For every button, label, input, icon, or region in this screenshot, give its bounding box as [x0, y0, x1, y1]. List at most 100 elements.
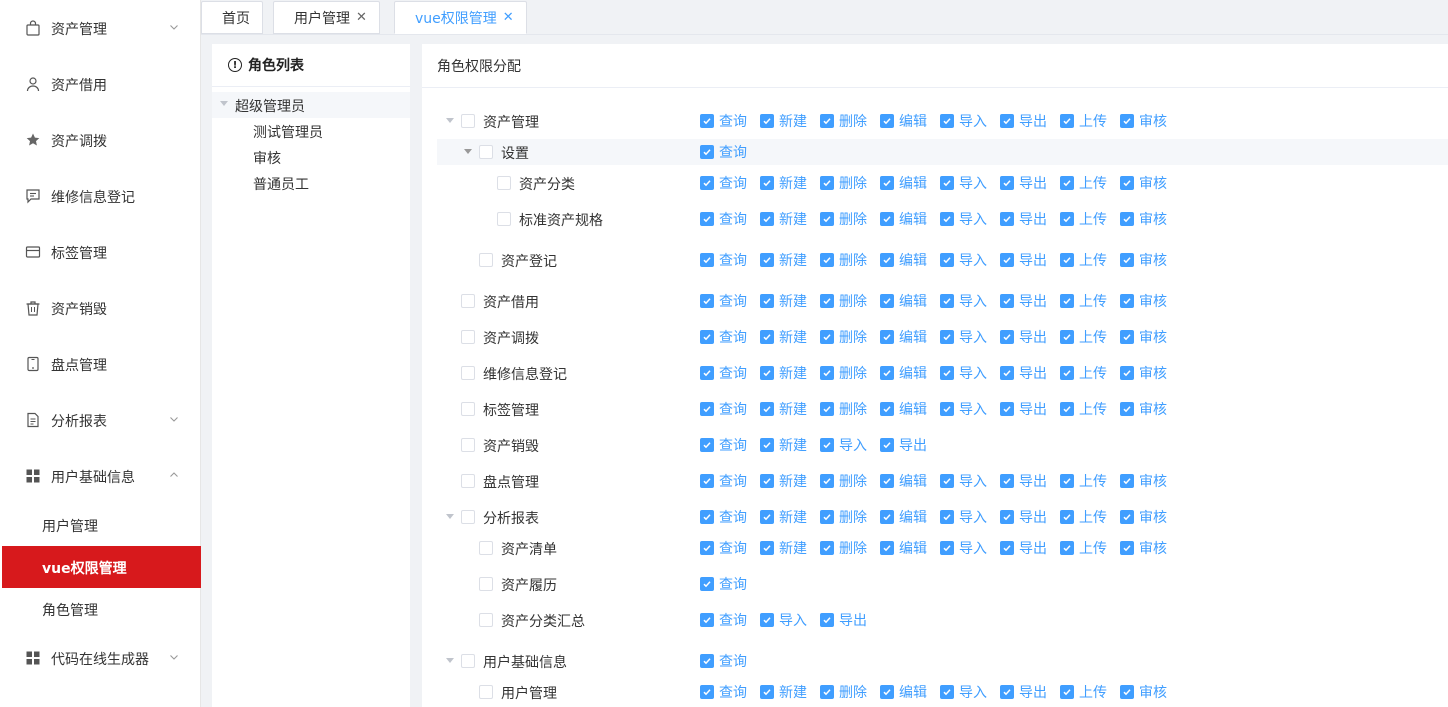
checkbox-checked-icon[interactable]	[700, 366, 714, 380]
checkbox-checked-icon[interactable]	[820, 294, 834, 308]
checkbox-checked-icon[interactable]	[1120, 212, 1134, 226]
operation-checkbox[interactable]: 导出	[1000, 363, 1047, 383]
operation-checkbox[interactable]: 导入	[940, 111, 987, 131]
operation-checkbox[interactable]: 删除	[820, 173, 867, 193]
checkbox-checked-icon[interactable]	[1060, 212, 1074, 226]
checkbox-checked-icon[interactable]	[820, 253, 834, 267]
checkbox-checked-icon[interactable]	[940, 510, 954, 524]
checkbox-checked-icon[interactable]	[820, 510, 834, 524]
operation-checkbox[interactable]: 导出	[1000, 250, 1047, 270]
checkbox-checked-icon[interactable]	[1060, 510, 1074, 524]
checkbox-checked-icon[interactable]	[760, 253, 774, 267]
sidebar-item-6[interactable]: 资产销毁	[0, 288, 201, 328]
checkbox-checked-icon[interactable]	[820, 541, 834, 555]
operation-checkbox[interactable]: 查询	[700, 651, 747, 671]
module-checkbox[interactable]	[461, 114, 475, 128]
operation-checkbox[interactable]: 编辑	[880, 291, 927, 311]
checkbox-checked-icon[interactable]	[940, 685, 954, 699]
checkbox-checked-icon[interactable]	[820, 685, 834, 699]
checkbox-checked-icon[interactable]	[760, 114, 774, 128]
operation-checkbox[interactable]: 新建	[760, 682, 807, 702]
operation-checkbox[interactable]: 编辑	[880, 538, 927, 558]
operation-checkbox[interactable]: 新建	[760, 173, 807, 193]
checkbox-checked-icon[interactable]	[700, 176, 714, 190]
operation-checkbox[interactable]: 导入	[760, 610, 807, 630]
operation-checkbox[interactable]: 新建	[760, 538, 807, 558]
checkbox-checked-icon[interactable]	[820, 613, 834, 627]
checkbox-checked-icon[interactable]	[1060, 114, 1074, 128]
module-checkbox[interactable]	[461, 402, 475, 416]
checkbox-checked-icon[interactable]	[820, 366, 834, 380]
sidebar-item-1[interactable]: 资产管理	[0, 8, 201, 48]
checkbox-checked-icon[interactable]	[940, 474, 954, 488]
checkbox-checked-icon[interactable]	[760, 438, 774, 452]
operation-checkbox[interactable]: 导出	[1000, 682, 1047, 702]
operation-checkbox[interactable]: 审核	[1120, 363, 1167, 383]
close-icon[interactable]: ✕	[356, 10, 367, 25]
checkbox-checked-icon[interactable]	[1120, 253, 1134, 267]
module-checkbox[interactable]	[461, 330, 475, 344]
operation-checkbox[interactable]: 导入	[940, 363, 987, 383]
checkbox-checked-icon[interactable]	[1120, 541, 1134, 555]
operation-checkbox[interactable]: 删除	[820, 250, 867, 270]
checkbox-checked-icon[interactable]	[880, 510, 894, 524]
module-checkbox[interactable]	[497, 176, 511, 190]
checkbox-checked-icon[interactable]	[700, 654, 714, 668]
checkbox-checked-icon[interactable]	[1120, 366, 1134, 380]
operation-checkbox[interactable]: 新建	[760, 111, 807, 131]
operation-checkbox[interactable]: 上传	[1060, 538, 1107, 558]
checkbox-checked-icon[interactable]	[940, 366, 954, 380]
operation-checkbox[interactable]: 查询	[700, 327, 747, 347]
operation-checkbox[interactable]: 编辑	[880, 111, 927, 131]
tab-3[interactable]: vue权限管理 ✕	[394, 1, 527, 34]
checkbox-checked-icon[interactable]	[1000, 366, 1014, 380]
checkbox-checked-icon[interactable]	[1060, 176, 1074, 190]
operation-checkbox[interactable]: 新建	[760, 507, 807, 527]
operation-checkbox[interactable]: 编辑	[880, 209, 927, 229]
operation-checkbox[interactable]: 导入	[820, 435, 867, 455]
operation-checkbox[interactable]: 查询	[700, 250, 747, 270]
operation-checkbox[interactable]: 上传	[1060, 363, 1107, 383]
sidebar-item-7[interactable]: 盘点管理	[0, 344, 201, 384]
caret-down-icon[interactable]	[464, 149, 472, 154]
operation-checkbox[interactable]: 查询	[700, 399, 747, 419]
module-checkbox[interactable]	[479, 577, 493, 591]
operation-checkbox[interactable]: 导入	[940, 291, 987, 311]
module-checkbox[interactable]	[479, 145, 493, 159]
tab-1[interactable]: 首页	[201, 1, 263, 34]
checkbox-checked-icon[interactable]	[880, 366, 894, 380]
checkbox-checked-icon[interactable]	[1000, 510, 1014, 524]
operation-checkbox[interactable]: 新建	[760, 399, 807, 419]
checkbox-checked-icon[interactable]	[820, 438, 834, 452]
operation-checkbox[interactable]: 导出	[1000, 507, 1047, 527]
operation-checkbox[interactable]: 审核	[1120, 111, 1167, 131]
operation-checkbox[interactable]: 上传	[1060, 250, 1107, 270]
operation-checkbox[interactable]: 查询	[700, 363, 747, 383]
submenu-item-1[interactable]: 用户管理	[0, 504, 201, 546]
checkbox-checked-icon[interactable]	[700, 438, 714, 452]
operation-checkbox[interactable]: 导出	[1000, 471, 1047, 491]
role-node-3[interactable]: 审核	[212, 144, 410, 170]
operation-checkbox[interactable]: 审核	[1120, 471, 1167, 491]
checkbox-checked-icon[interactable]	[700, 212, 714, 226]
checkbox-checked-icon[interactable]	[700, 685, 714, 699]
checkbox-checked-icon[interactable]	[940, 541, 954, 555]
sidebar-item-2[interactable]: 资产借用	[0, 64, 201, 104]
operation-checkbox[interactable]: 新建	[760, 291, 807, 311]
operation-checkbox[interactable]: 上传	[1060, 111, 1107, 131]
operation-checkbox[interactable]: 新建	[760, 327, 807, 347]
operation-checkbox[interactable]: 查询	[700, 682, 747, 702]
checkbox-checked-icon[interactable]	[1000, 402, 1014, 416]
operation-checkbox[interactable]: 审核	[1120, 173, 1167, 193]
checkbox-checked-icon[interactable]	[700, 510, 714, 524]
operation-checkbox[interactable]: 删除	[820, 399, 867, 419]
checkbox-checked-icon[interactable]	[1120, 402, 1134, 416]
sidebar-item-code-generator[interactable]: 代码在线生成器	[0, 638, 201, 678]
operation-checkbox[interactable]: 上传	[1060, 682, 1107, 702]
operation-checkbox[interactable]: 导出	[1000, 291, 1047, 311]
caret-down-icon[interactable]	[220, 101, 228, 106]
checkbox-checked-icon[interactable]	[880, 114, 894, 128]
operation-checkbox[interactable]: 导出	[820, 610, 867, 630]
operation-checkbox[interactable]: 新建	[760, 209, 807, 229]
operation-checkbox[interactable]: 删除	[820, 327, 867, 347]
